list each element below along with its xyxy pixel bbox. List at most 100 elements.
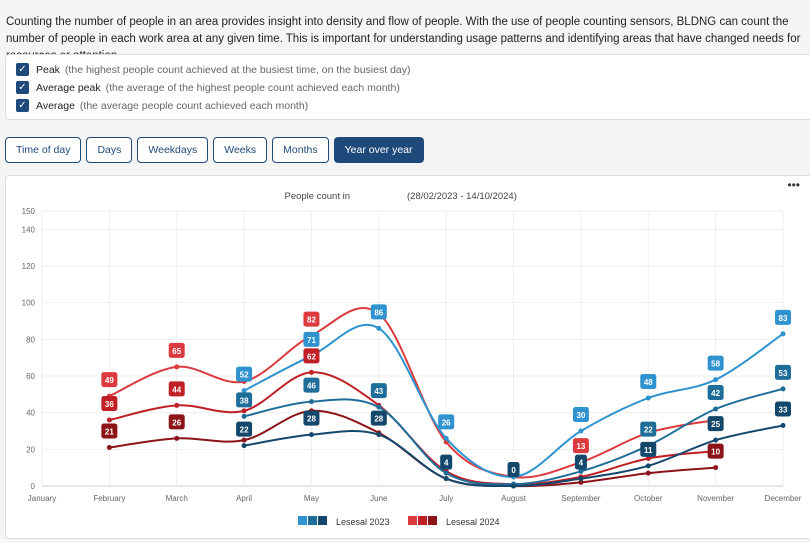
- x-tick-label: December: [765, 494, 802, 503]
- data-point: [174, 364, 180, 370]
- y-tick-label: 20: [26, 445, 35, 454]
- data-label: 4: [579, 459, 584, 468]
- y-tick-label: 140: [22, 225, 36, 234]
- data-point: [713, 465, 719, 471]
- y-tick-label: 0: [31, 482, 36, 491]
- data-label: 82: [307, 316, 316, 325]
- ellipsis-icon[interactable]: •••: [787, 178, 800, 192]
- data-point: [106, 417, 112, 423]
- legend-swatch: [408, 516, 417, 525]
- x-tick-label: February: [93, 494, 125, 503]
- x-tick-label: April: [236, 494, 252, 503]
- series-line-2024-average-peak: [109, 371, 716, 486]
- x-tick-label: March: [166, 494, 188, 503]
- series-line-2024-peak: [108, 307, 716, 479]
- data-label: 13: [576, 442, 585, 451]
- x-tick-label: January: [28, 494, 56, 503]
- legend-label[interactable]: Lesesal 2024: [446, 517, 500, 527]
- x-tick-label: November: [697, 494, 734, 503]
- data-point: [308, 432, 314, 438]
- data-point: [443, 476, 449, 482]
- legend-swatch: [418, 516, 427, 525]
- y-tick-label: 120: [22, 262, 36, 271]
- data-label: 26: [172, 418, 181, 427]
- data-point: [511, 483, 517, 489]
- data-point: [443, 435, 449, 441]
- data-point: [376, 404, 382, 410]
- data-label: 26: [442, 418, 451, 427]
- x-tick-label: July: [439, 494, 453, 503]
- data-point: [241, 413, 247, 419]
- chart-title-range: (28/02/2023 - 14/10/2024): [407, 191, 517, 202]
- x-tick-label: October: [634, 494, 663, 503]
- y-tick-label: 60: [26, 372, 35, 381]
- data-label: 65: [172, 347, 181, 356]
- series-line-2024-average: [109, 409, 716, 488]
- data-point: [578, 476, 584, 482]
- data-label: 49: [105, 376, 114, 385]
- y-tick-label: 80: [26, 335, 35, 344]
- data-label: 42: [711, 389, 720, 398]
- data-point: [376, 325, 382, 331]
- data-point: [713, 437, 719, 443]
- x-tick-label: August: [501, 494, 527, 503]
- data-label: 44: [172, 385, 181, 394]
- data-label: 11: [644, 446, 653, 455]
- data-point: [645, 463, 651, 469]
- data-point: [241, 408, 247, 414]
- data-point: [780, 331, 786, 337]
- data-label: 28: [307, 415, 316, 424]
- data-label: 4: [444, 459, 449, 468]
- data-point: [174, 402, 180, 408]
- data-label: 22: [240, 426, 249, 435]
- data-label: 62: [307, 352, 316, 361]
- x-tick-label: September: [561, 494, 600, 503]
- data-point: [780, 423, 786, 428]
- legend-label[interactable]: Lesesal 2023: [336, 517, 390, 527]
- data-label: 86: [374, 308, 383, 317]
- data-point: [443, 470, 449, 476]
- data-label: 48: [644, 378, 653, 387]
- data-label: 52: [240, 371, 249, 380]
- data-point: [308, 369, 314, 375]
- data-label: 22: [644, 426, 653, 435]
- data-point: [241, 437, 247, 443]
- data-point: [241, 443, 247, 449]
- legend-swatch: [298, 516, 307, 525]
- data-point: [645, 395, 651, 401]
- data-point: [106, 445, 112, 450]
- x-tick-label: June: [370, 494, 388, 503]
- people-count-chart: People count in (28/02/2023 - 14/10/2024)…: [22, 178, 802, 527]
- data-label: 36: [105, 400, 114, 409]
- data-label: 83: [779, 314, 788, 323]
- data-point: [376, 432, 382, 438]
- legend-swatch: [428, 516, 437, 525]
- data-label: 33: [779, 406, 788, 415]
- data-point: [713, 377, 719, 383]
- data-label: 21: [105, 428, 114, 437]
- data-label: 58: [711, 360, 720, 369]
- data-point: [308, 399, 314, 405]
- data-label: 43: [374, 387, 383, 396]
- legend-swatch: [308, 516, 317, 525]
- x-tick-label: May: [304, 494, 319, 503]
- data-label: 25: [711, 420, 720, 429]
- legend-swatch: [318, 516, 327, 525]
- data-label: 0: [511, 466, 516, 475]
- data-label: 28: [374, 415, 383, 424]
- y-tick-label: 100: [22, 299, 36, 308]
- data-point: [780, 386, 786, 392]
- data-point: [578, 428, 584, 434]
- data-label: 46: [307, 382, 316, 391]
- data-label: 30: [576, 411, 585, 420]
- data-label: 10: [711, 448, 720, 457]
- y-tick-label: 40: [26, 409, 35, 418]
- data-label: 71: [307, 336, 316, 345]
- y-tick-label: 150: [22, 207, 36, 216]
- data-label: 38: [240, 396, 249, 405]
- chart-title: People count in: [285, 191, 351, 202]
- data-label: 53: [779, 369, 788, 378]
- data-point: [645, 470, 651, 476]
- data-point: [713, 406, 719, 412]
- data-point: [174, 435, 180, 441]
